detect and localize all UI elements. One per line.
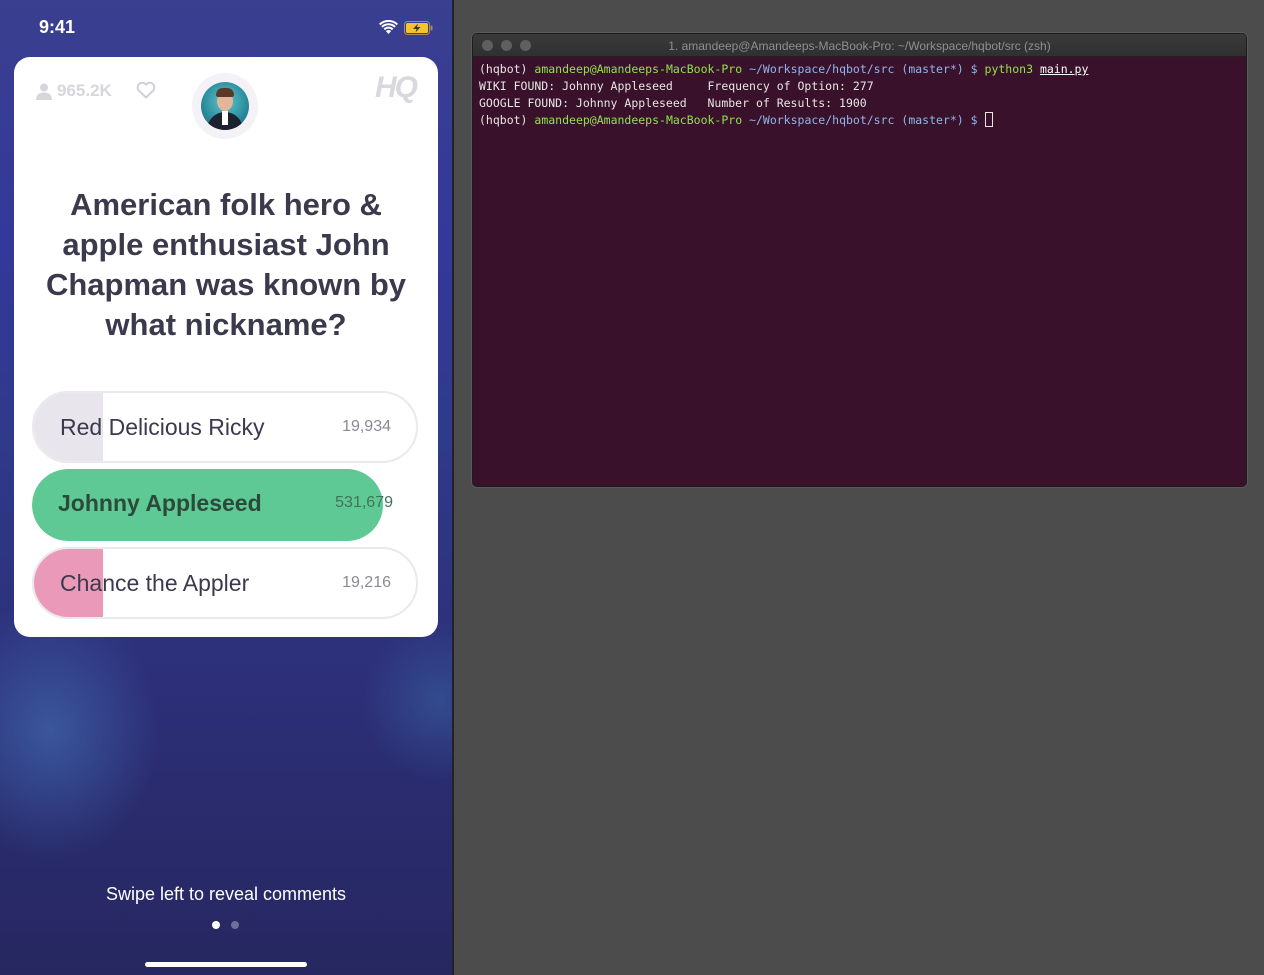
env-name: (hqbot) [479, 113, 528, 127]
home-indicator[interactable] [145, 962, 307, 967]
swipe-hint: Swipe left to reveal comments [105, 884, 347, 904]
answer-count: 19,934 [342, 418, 391, 435]
window-divider [452, 0, 454, 975]
terminal-window[interactable]: 1. amandeep@Amandeeps-MacBook-Pro: ~/Wor… [472, 33, 1247, 487]
user-icon [36, 83, 52, 100]
answer-option-3[interactable]: Chance the Appler 19,216 [32, 547, 418, 619]
host-photo [201, 82, 249, 130]
page-dot[interactable] [231, 921, 239, 929]
battery-charging-icon [404, 21, 433, 35]
text-cursor [984, 112, 993, 127]
git-branch: (master*) [901, 62, 964, 76]
status-time: 9:41 [39, 17, 76, 37]
viewer-count-value: 965.2K [57, 81, 112, 100]
prompt-symbol: $ [970, 62, 978, 76]
hq-logo: HQ [375, 71, 418, 104]
user-host: amandeep@Amandeeps-MacBook-Pro [534, 113, 743, 127]
command-arg: main.py [1039, 62, 1089, 76]
cwd-path: ~/Workspace/hqbot/src [749, 113, 895, 127]
prompt-line: (hqbot) amandeep@Amandeeps-MacBook-Pro ~… [479, 61, 1240, 78]
prompt-line: (hqbot) amandeep@Amandeeps-MacBook-Pro ~… [479, 112, 1240, 129]
output-line: WIKI FOUND: Johnny Appleseed Frequency o… [479, 79, 874, 93]
env-name: (hqbot) [479, 62, 528, 76]
prompt-symbol: $ [970, 113, 978, 127]
wifi-icon [379, 20, 398, 34]
question-text: American folk hero & apple enthusiast Jo… [45, 187, 406, 342]
git-branch: (master*) [901, 113, 964, 127]
status-bar: 9:41 [0, 0, 452, 56]
answer-count: 531,679 [335, 494, 393, 511]
heart-icon[interactable] [136, 81, 156, 99]
page-dot-active[interactable] [212, 921, 220, 929]
output-line: GOOGLE FOUND: Johnny Appleseed Number of… [479, 96, 867, 110]
answer-option-2[interactable]: Johnny Appleseed 531,679 [32, 469, 418, 541]
page-indicator [212, 921, 239, 929]
answer-option-1[interactable]: Red Delicious Ricky 19,934 [32, 391, 418, 463]
host-avatar [192, 73, 258, 139]
terminal-title: 1. amandeep@Amandeeps-MacBook-Pro: ~/Wor… [668, 39, 1051, 53]
command: python3 [984, 62, 1033, 76]
viewer-count: 965.2K [36, 81, 112, 101]
question-card: 965.2K HQ American folk hero & apple ent… [14, 57, 438, 637]
user-host: amandeep@Amandeeps-MacBook-Pro [534, 62, 743, 76]
answer-count: 19,216 [342, 574, 391, 591]
terminal-titlebar[interactable]: 1. amandeep@Amandeeps-MacBook-Pro: ~/Wor… [473, 34, 1246, 57]
answer-label: Chance the Appler [60, 570, 250, 596]
answer-label: Red Delicious Ricky [60, 414, 265, 440]
phone-screen: 9:41 965.2K HQ American folk hero & appl… [0, 0, 452, 975]
terminal-output[interactable]: (hqbot) amandeep@Amandeeps-MacBook-Pro ~… [473, 57, 1246, 486]
cwd-path: ~/Workspace/hqbot/src [749, 62, 895, 76]
answer-label: Johnny Appleseed [58, 490, 262, 516]
